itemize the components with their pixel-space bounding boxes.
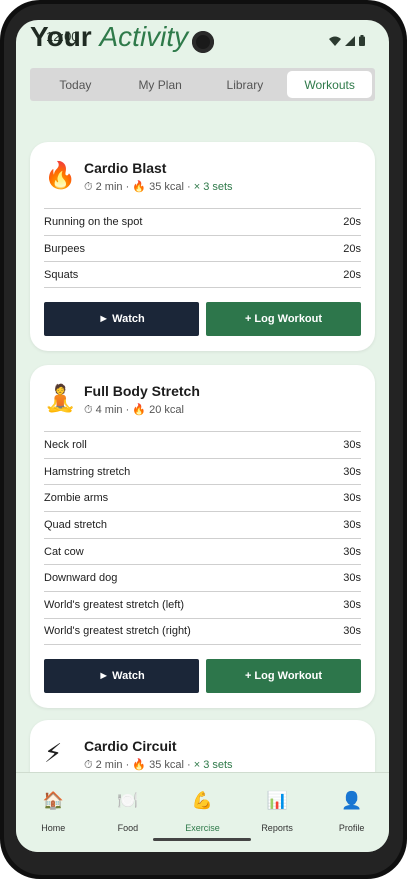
nav-item-profile[interactable]: 👤 Profile: [314, 773, 389, 852]
exercise-duration: 20s: [343, 268, 361, 281]
battery-icon: [359, 35, 365, 46]
exercise-name: Burpees: [44, 242, 85, 255]
exercise-name: Neck roll: [44, 438, 87, 451]
log-workout-button[interactable]: + Log Workout: [206, 302, 361, 337]
exercise-name: World's greatest stretch (right): [44, 625, 191, 638]
exercise-name: Hamstring stretch: [44, 465, 131, 478]
workout-card[interactable]: 🧘 Full Body Stretch ⏱ 4 min · 🔥 20 kcal Nec…: [30, 365, 375, 708]
exercise-duration: 30s: [343, 438, 361, 451]
workout-title: Cardio Blast: [84, 160, 167, 176]
workout-list: 🔥 Cardio Blast ⏱ 2 min · 🔥 35 kcal · × 3 s…: [16, 120, 389, 772]
card-header: ⚡ Cardio Circuit ⏱ 2 min · 🔥 35 kcal · × 3…: [30, 720, 375, 772]
watch-button[interactable]: ► Watch: [44, 658, 199, 693]
exercise-row: Cat cow 30s: [44, 537, 361, 565]
exercise-row: Squats 20s: [44, 261, 361, 289]
tab-library[interactable]: Library: [203, 71, 288, 98]
tab-workouts[interactable]: Workouts: [287, 71, 372, 98]
exercise-duration: 30s: [343, 625, 361, 638]
meta-separator: ·: [122, 181, 133, 193]
exercise-duration: 20s: [343, 215, 361, 228]
status-icons: [329, 35, 365, 46]
exercise-name: Cat cow: [44, 545, 84, 558]
exercise-name: Running on the spot: [44, 215, 143, 228]
workout-card[interactable]: ⚡ Cardio Circuit ⏱ 2 min · 🔥 35 kcal · × 3…: [30, 720, 375, 772]
home-icon: 🏠: [42, 791, 64, 810]
exercise-list: Running on the spot 20s Burpees 20s Squats 20…: [44, 208, 361, 289]
exercise-row: World's greatest stretch (left) 30s: [44, 591, 361, 618]
nav-label: Profile: [338, 823, 365, 833]
exercise-name: Squats: [44, 268, 79, 281]
meta-separator: ·: [183, 759, 194, 771]
tab-today[interactable]: Today: [33, 71, 118, 98]
workout-calories: 🔥 20 kcal: [132, 404, 184, 416]
tab-bar: Today My Plan Library Workouts: [30, 68, 375, 101]
workout-duration: ⏱ 4 min: [84, 404, 123, 416]
meta-separator: ·: [122, 759, 133, 771]
workout-sets: × 3 sets: [193, 181, 233, 193]
meta-separator: ·: [122, 404, 133, 416]
exercise-row: Neck roll 30s: [44, 431, 361, 458]
workout-calories: 🔥 35 kcal: [132, 181, 184, 193]
nav-label: Home: [41, 823, 66, 833]
home-indicator[interactable]: [153, 838, 251, 841]
nav-label: Food: [117, 823, 139, 833]
card-actions: ► Watch + Log Workout: [44, 302, 361, 337]
exercise-row: Running on the spot 20s: [44, 208, 361, 235]
exercise-row: Hamstring stretch 30s: [44, 457, 361, 485]
card-actions: ► Watch + Log Workout: [44, 658, 361, 693]
workout-title: Cardio Circuit: [84, 738, 177, 754]
exercise-row: World's greatest stretch (right) 30s: [44, 617, 361, 645]
workout-emoji-icon: ⚡: [44, 738, 63, 768]
nav-label: Exercise: [185, 823, 220, 833]
exercise-row: Zombie arms 30s: [44, 484, 361, 511]
title-your: Your: [30, 21, 92, 52]
workout-calories: 🔥 35 kcal: [132, 759, 184, 771]
workout-emoji-icon: 🧘: [44, 383, 77, 413]
nav-item-reports[interactable]: 📊 Reports: [240, 773, 315, 852]
exercise-row: Burpees 20s: [44, 234, 361, 262]
workout-sets: × 3 sets: [193, 759, 233, 771]
reports-icon: 📊: [266, 791, 288, 810]
exercise-name: World's greatest stretch (left): [44, 598, 185, 611]
exercise-duration: 30s: [343, 465, 361, 478]
exercise-duration: 30s: [343, 572, 361, 585]
phone-frame: 12:00 Your Activity Today My Plan Library W…: [0, 0, 407, 879]
workout-title: Full Body Stretch: [84, 383, 200, 399]
workout-meta: ⏱ 2 min · 🔥 35 kcal · × 3 sets: [84, 180, 233, 194]
card-header: 🔥 Cardio Blast ⏱ 2 min · 🔥 35 kcal · × 3 s…: [30, 142, 375, 208]
nav-item-home[interactable]: 🏠 Home: [16, 773, 91, 852]
tab-my-plan[interactable]: My Plan: [118, 71, 203, 98]
card-header: 🧘 Full Body Stretch ⏱ 4 min · 🔥 20 kcal: [30, 365, 375, 431]
nav-label: Reports: [261, 823, 293, 833]
app-screen: 12:00 Your Activity Today My Plan Library W…: [16, 20, 389, 852]
watch-button[interactable]: ► Watch: [44, 302, 199, 337]
exercise-list: Neck roll 30s Hamstring stretch 30s Zombie a…: [44, 431, 361, 645]
meta-separator: ·: [183, 181, 194, 193]
exercise-duration: 20s: [343, 242, 361, 255]
food-icon: 🍽️: [117, 791, 139, 810]
workout-duration: ⏱ 2 min: [84, 181, 123, 193]
workout-card[interactable]: 🔥 Cardio Blast ⏱ 2 min · 🔥 35 kcal · × 3 s…: [30, 142, 375, 352]
front-camera: [192, 31, 214, 53]
exercise-icon: 💪: [191, 791, 214, 810]
exercise-name: Zombie arms: [44, 492, 109, 505]
exercise-name: Quad stretch: [44, 518, 107, 531]
exercise-row: Quad stretch 30s: [44, 511, 361, 538]
exercise-row: Downward dog 30s: [44, 564, 361, 591]
signal-icon: [345, 35, 355, 46]
profile-icon: 👤: [341, 791, 363, 810]
workout-meta: ⏱ 2 min · 🔥 35 kcal · × 3 sets: [84, 758, 233, 772]
exercise-duration: 30s: [343, 518, 361, 531]
exercise-duration: 30s: [343, 492, 361, 505]
wifi-icon: [329, 36, 341, 46]
exercise-duration: 30s: [343, 545, 361, 558]
workout-emoji-icon: 🔥: [44, 160, 77, 190]
exercise-duration: 30s: [343, 598, 361, 611]
workout-meta: ⏱ 4 min · 🔥 20 kcal: [84, 403, 184, 417]
title-activity: Activity: [99, 21, 189, 52]
workout-duration: ⏱ 2 min: [84, 759, 123, 771]
page-title: Your Activity: [30, 20, 188, 54]
exercise-name: Downward dog: [44, 572, 118, 585]
log-workout-button[interactable]: + Log Workout: [206, 658, 361, 693]
